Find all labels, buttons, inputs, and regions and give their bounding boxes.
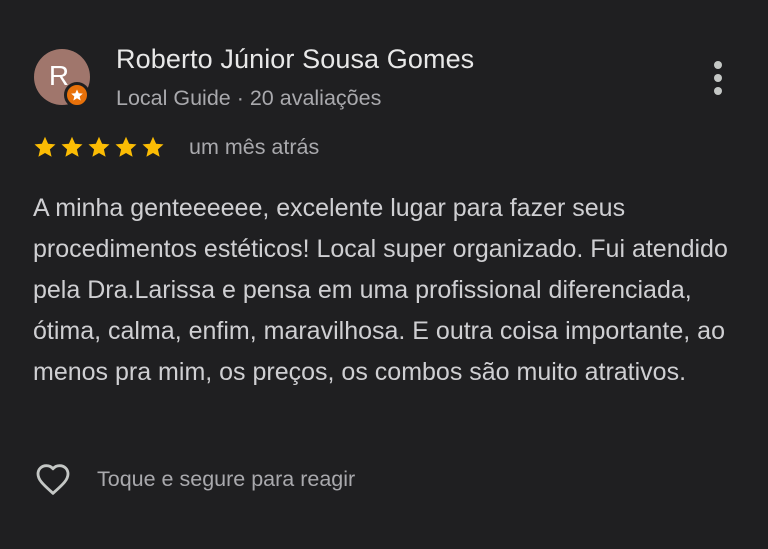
star-rating: [33, 135, 165, 159]
star-icon: [34, 136, 56, 157]
review-date: um mês atrás: [189, 135, 320, 159]
review-text: A minha genteeeeee, excelente lugar para…: [33, 194, 728, 386]
local-guide-badge-icon: [64, 82, 90, 108]
react-button[interactable]: Toque e segure para reagir: [31, 459, 355, 499]
review-card: R Roberto Júnior Sousa Gomes Local Guide…: [0, 0, 768, 549]
star-icon: [115, 136, 137, 157]
author-meta: Local Guide · 20 avaliações: [116, 86, 382, 110]
heart-outline-icon: [36, 464, 70, 495]
more-vert-icon: [714, 61, 722, 69]
star-icon: [142, 136, 164, 157]
author-name[interactable]: Roberto Júnior Sousa Gomes: [116, 44, 474, 75]
star-icon: [88, 136, 110, 157]
more-options-button[interactable]: [700, 56, 736, 100]
star-icon: [61, 136, 83, 157]
react-label: Toque e segure para reagir: [97, 466, 356, 491]
